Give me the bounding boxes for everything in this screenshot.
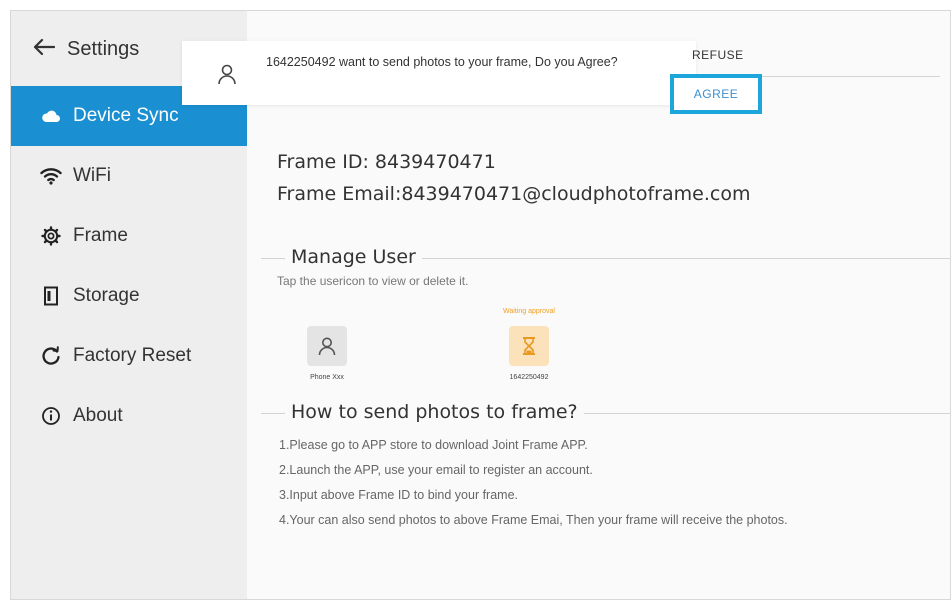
sidebar-item-label: About (73, 405, 123, 426)
cloud-icon (39, 104, 63, 128)
reset-icon (39, 344, 63, 368)
sidebar-item-label: Storage (73, 285, 140, 306)
notification-message: 1642250492 want to send photos to your f… (266, 55, 618, 69)
howto-step: 3.Input above Frame ID to bind your fram… (279, 488, 519, 502)
user-icon (212, 59, 242, 89)
sidebar-item-label: Frame (73, 225, 128, 246)
back-label: Settings (67, 37, 140, 60)
back-button[interactable]: Settings (33, 33, 139, 65)
manage-user-hint: Tap the usericon to view or delete it. (277, 274, 469, 288)
frame-info: Frame ID: 8439470471 Frame Email:8439470… (277, 146, 750, 210)
agree-button[interactable]: AGREE (670, 74, 762, 114)
refuse-button[interactable]: REFUSE (692, 48, 744, 62)
sync-request-notification: 1642250492 want to send photos to your f… (182, 41, 696, 105)
sidebar-item-storage[interactable]: Storage (11, 266, 247, 326)
sidebar-item-label: Device Sync (73, 105, 179, 126)
waiting-approval-badge: Waiting approval (503, 308, 555, 315)
user-item-pending[interactable]: Waiting approval 1642250492 (499, 308, 559, 381)
user-name: Phone Xxx (310, 374, 344, 381)
sidebar-item-label: Factory Reset (73, 345, 192, 366)
sidebar-item-factory-reset[interactable]: Factory Reset (11, 326, 247, 386)
sidebar-item-wifi[interactable]: WiFi (11, 146, 247, 206)
info-icon (39, 404, 63, 428)
storage-icon (39, 284, 63, 308)
howto-step: 4.Your can also send photos to above Fra… (279, 513, 788, 527)
section-title: Manage User (285, 246, 422, 268)
sidebar-item-about[interactable]: About (11, 386, 247, 446)
howto-step: 1.Please go to APP store to download Joi… (279, 438, 588, 452)
howto-step: 2.Launch the APP, use your email to regi… (279, 463, 593, 477)
frame-email: Frame Email:8439470471@cloudphotoframe.c… (277, 183, 751, 205)
back-arrow-icon (33, 38, 56, 61)
wifi-icon (39, 164, 63, 188)
howto-steps: 1.Please go to APP store to download Joi… (279, 433, 788, 533)
hourglass-icon (509, 326, 549, 366)
user-icon (307, 326, 347, 366)
section-title: How to send photos to frame? (285, 401, 584, 423)
sidebar-item-label: WiFi (73, 165, 111, 186)
user-item-phone[interactable]: Phone Xxx (299, 326, 355, 381)
sidebar-item-frame[interactable]: Frame (11, 206, 247, 266)
sidebar-nav: Device Sync WiFi Frame Storage Factory R… (11, 86, 247, 446)
user-name: 1642250492 (509, 374, 549, 381)
gear-icon (39, 224, 63, 248)
frame-id: Frame ID: 8439470471 (277, 151, 496, 173)
